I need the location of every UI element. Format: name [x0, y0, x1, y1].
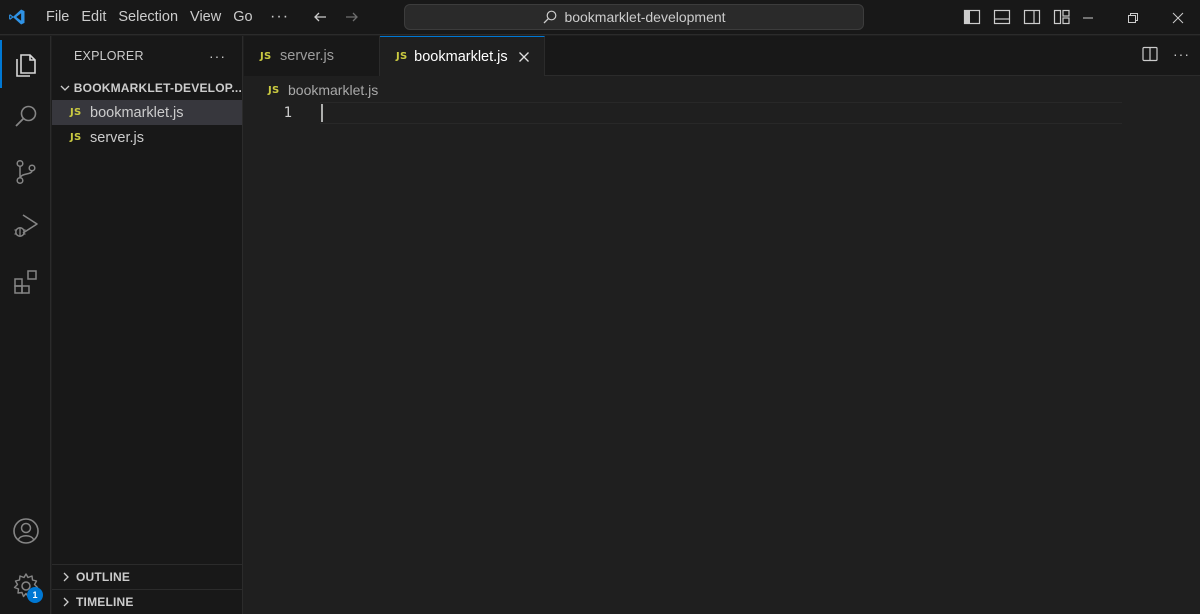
minimize-icon[interactable] — [1065, 0, 1110, 35]
menu-more-button[interactable]: ··· — [263, 0, 297, 35]
sidebar-title: EXPLORER — [74, 49, 144, 63]
js-file-icon: JS — [70, 132, 82, 143]
file-item-bookmarklet[interactable]: JS bookmarklet.js — [52, 100, 242, 125]
restore-icon[interactable] — [1110, 0, 1155, 35]
outline-label: OUTLINE — [76, 570, 131, 584]
extensions-icon[interactable] — [0, 258, 51, 306]
timeline-section-header[interactable]: TIMELINE — [52, 589, 243, 614]
js-file-icon: JS — [396, 51, 408, 62]
toggle-panel-icon[interactable] — [991, 6, 1013, 28]
tab-bookmarklet-js[interactable]: JS bookmarklet.js — [380, 36, 545, 76]
breadcrumb[interactable]: JS bookmarklet.js — [268, 80, 378, 100]
timeline-label: TIMELINE — [76, 595, 134, 609]
toggle-secondary-sidebar-icon[interactable] — [1021, 6, 1043, 28]
source-control-icon[interactable] — [0, 148, 51, 196]
chevron-right-icon — [58, 569, 74, 585]
tab-server-js[interactable]: JS server.js — [244, 36, 380, 76]
back-arrow-icon[interactable] — [309, 6, 331, 28]
search-icon — [542, 9, 558, 25]
vscode-logo-icon — [0, 0, 34, 35]
code-editor[interactable]: 1 — [244, 100, 1200, 614]
accounts-icon[interactable] — [0, 507, 51, 555]
close-tab-icon[interactable] — [516, 48, 532, 66]
forward-arrow-icon[interactable] — [341, 6, 363, 28]
chevron-down-icon — [58, 80, 72, 96]
explorer-icon[interactable] — [0, 40, 51, 88]
manage-update-badge: 1 — [27, 587, 43, 603]
command-center-search[interactable]: bookmarklet-development — [404, 4, 864, 30]
breadcrumb-file: bookmarklet.js — [288, 82, 379, 98]
title-bar: File Edit Selection View Go ··· bookmark… — [0, 0, 1200, 35]
tab-label: bookmarklet.js — [414, 48, 508, 65]
run-and-debug-icon[interactable] — [0, 202, 51, 250]
js-file-icon: JS — [70, 107, 82, 118]
file-name: server.js — [90, 129, 144, 146]
js-file-icon: JS — [260, 50, 272, 62]
activity-bar — [0, 36, 51, 614]
explorer-sidebar: EXPLORER ··· BOOKMARKLET-DEVELOP... JS b… — [52, 36, 243, 614]
file-name: bookmarklet.js — [90, 104, 184, 121]
menu-selection[interactable]: Selection — [112, 0, 184, 35]
folder-name: BOOKMARKLET-DEVELOP... — [73, 81, 242, 95]
menu-file[interactable]: File — [40, 0, 75, 35]
menu-bar: File Edit Selection View Go ··· — [34, 0, 297, 35]
folder-section-header[interactable]: BOOKMARKLET-DEVELOP... — [52, 76, 242, 100]
split-editor-icon[interactable] — [1141, 45, 1159, 63]
file-item-server[interactable]: JS server.js — [52, 125, 242, 150]
chevron-right-icon — [58, 594, 74, 610]
manage-gear-icon[interactable] — [0, 562, 51, 610]
outline-section-header[interactable]: OUTLINE — [52, 564, 243, 589]
command-center-label: bookmarklet-development — [564, 9, 726, 25]
search-activity-icon[interactable] — [0, 92, 51, 140]
editor-tab-bar: JS server.js JS bookmarklet.js ··· — [244, 36, 1200, 76]
toggle-primary-sidebar-icon[interactable] — [961, 6, 983, 28]
line-number: 1 — [283, 105, 292, 121]
menu-view[interactable]: View — [184, 0, 227, 35]
js-file-icon: JS — [268, 84, 280, 96]
current-line-highlight — [320, 102, 1122, 124]
menu-go[interactable]: Go — [227, 0, 258, 35]
editor-more-actions-button[interactable]: ··· — [1173, 46, 1190, 62]
tab-label: server.js — [280, 48, 334, 64]
explorer-more-actions-button[interactable]: ··· — [209, 48, 226, 64]
text-cursor — [321, 104, 323, 122]
close-window-icon[interactable] — [1155, 0, 1200, 35]
menu-edit[interactable]: Edit — [75, 0, 112, 35]
